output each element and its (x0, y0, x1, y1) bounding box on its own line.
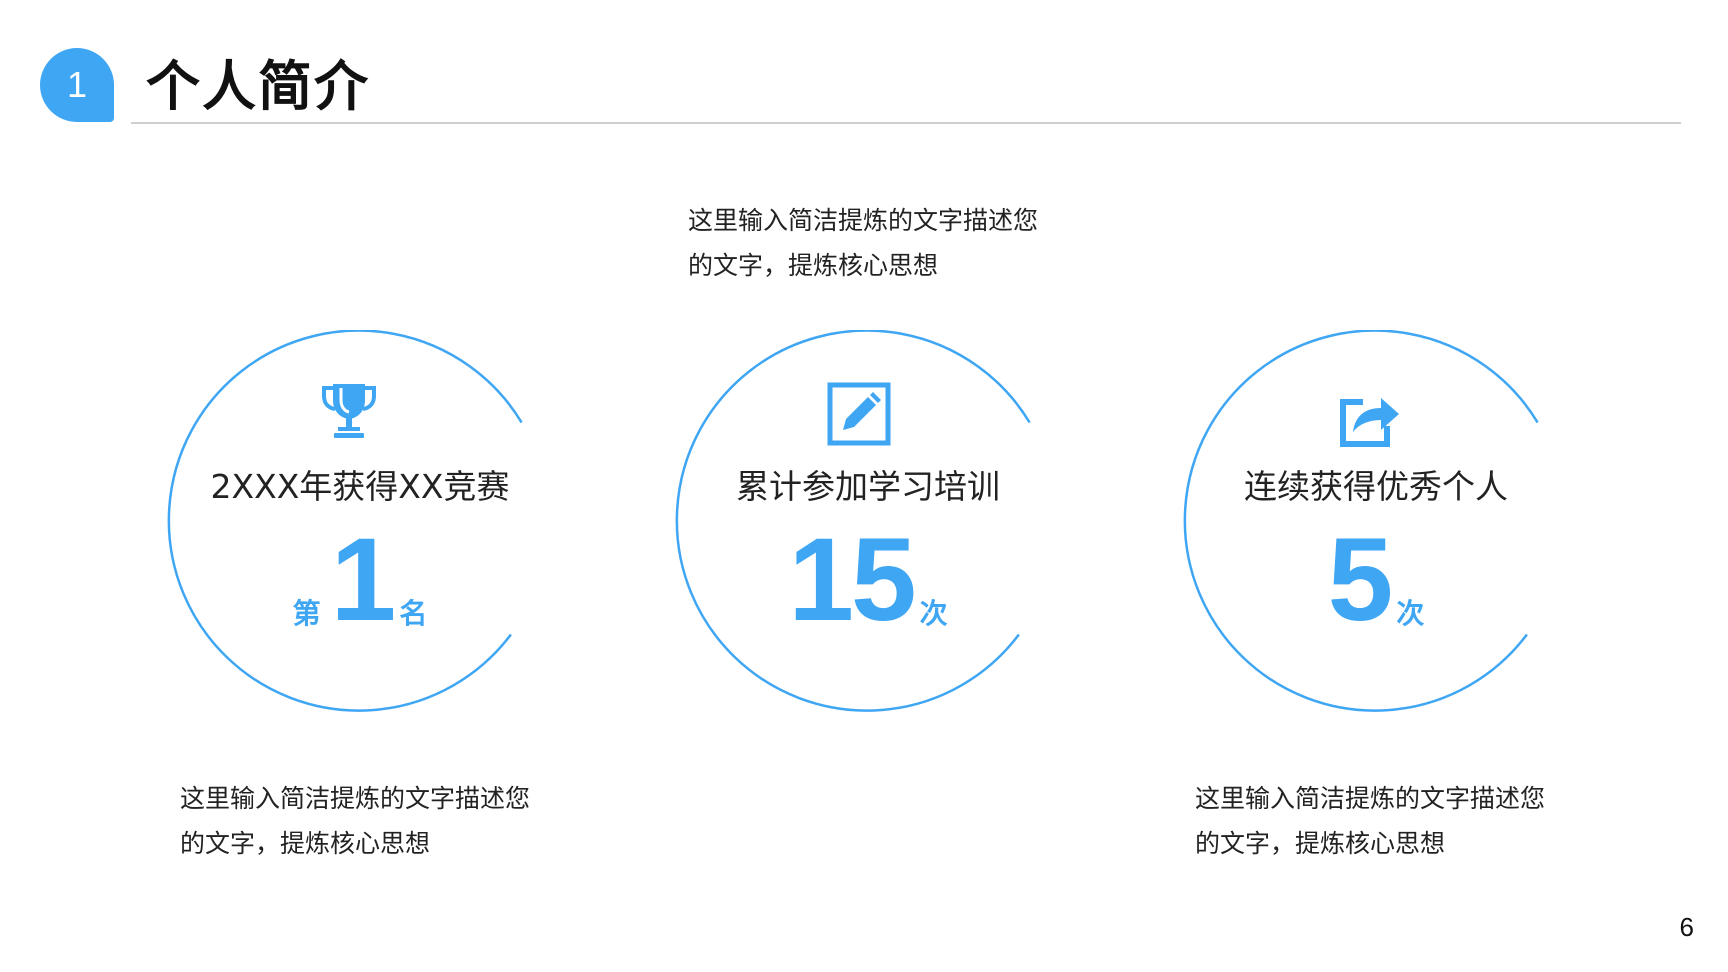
description-line: 的文字，提炼核心思想 (1195, 829, 1446, 858)
value-suffix: 次 (919, 597, 948, 630)
section-number: 1 (66, 64, 88, 105)
stat-number: 15 (788, 514, 916, 646)
card-label: 连续获得优秀个人 (1244, 467, 1508, 506)
card-value-row: 5 次 (1181, 514, 1571, 646)
stat-number: 5 (1327, 514, 1394, 646)
value-suffix: 名 (399, 597, 428, 630)
stat-card-honor: 连续获得优秀个人 5 次 (1181, 330, 1571, 720)
stat-card-competition: 2XXX年获得XX竞赛 第 1 名 (165, 330, 555, 720)
stat-card-training: 累计参加学习培训 15 次 (673, 330, 1063, 720)
description-line: 这里输入简洁提炼的文字描述您 (1195, 784, 1546, 813)
card-label: 2XXX年获得XX竞赛 (210, 467, 510, 506)
card-value-row: 15 次 (673, 514, 1063, 646)
description-line: 这里输入简洁提炼的文字描述您 (688, 206, 1039, 235)
card-label: 累计参加学习培训 (736, 467, 1000, 506)
value-suffix: 次 (1396, 597, 1425, 630)
section-number-badge: 1 (40, 48, 114, 122)
page-number: 6 (1679, 912, 1694, 942)
description-line: 的文字，提炼核心思想 (180, 829, 431, 858)
stat-number: 1 (330, 514, 397, 646)
description-left: 这里输入简洁提炼的文字描述您 的文字，提炼核心思想 (180, 776, 580, 866)
description-line: 这里输入简洁提炼的文字描述您 (180, 784, 531, 813)
value-prefix: 第 (292, 597, 321, 630)
card-value-row: 第 1 名 (165, 514, 555, 646)
page-title: 个人简介 (146, 55, 370, 118)
share-icon (1340, 398, 1399, 447)
description-top: 这里输入简洁提炼的文字描述您 的文字，提炼核心思想 (688, 198, 1088, 288)
edit-icon (827, 382, 891, 446)
title-divider (131, 122, 1681, 124)
trophy-icon (322, 384, 376, 438)
description-right: 这里输入简洁提炼的文字描述您 的文字，提炼核心思想 (1195, 776, 1595, 866)
description-line: 的文字，提炼核心思想 (688, 251, 939, 280)
